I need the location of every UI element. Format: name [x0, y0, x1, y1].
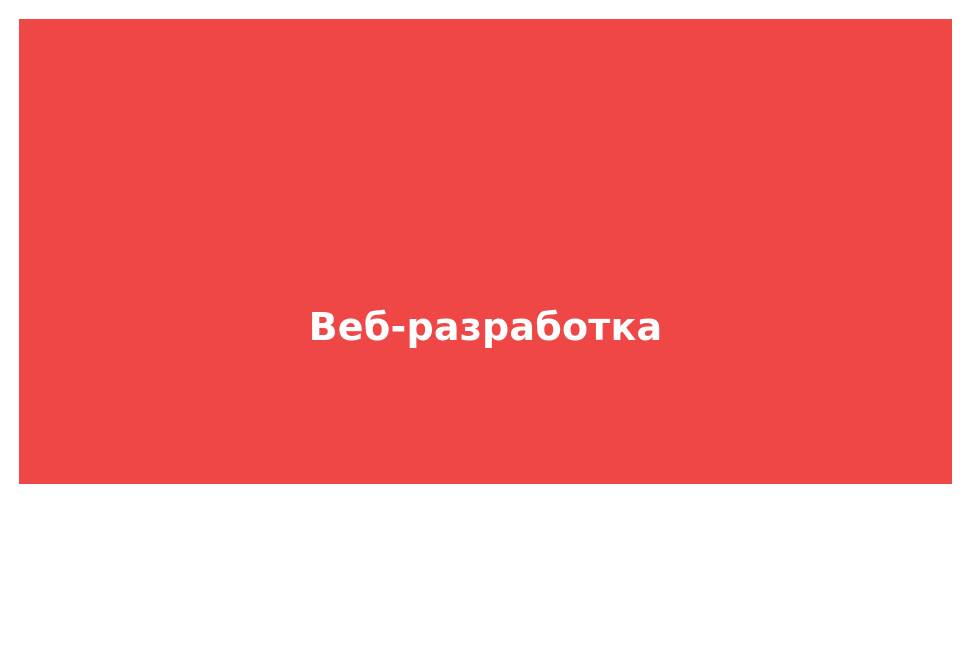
- banner-title: Веб-разработка: [308, 304, 663, 349]
- category-banner[interactable]: Веб-разработка: [19, 19, 952, 484]
